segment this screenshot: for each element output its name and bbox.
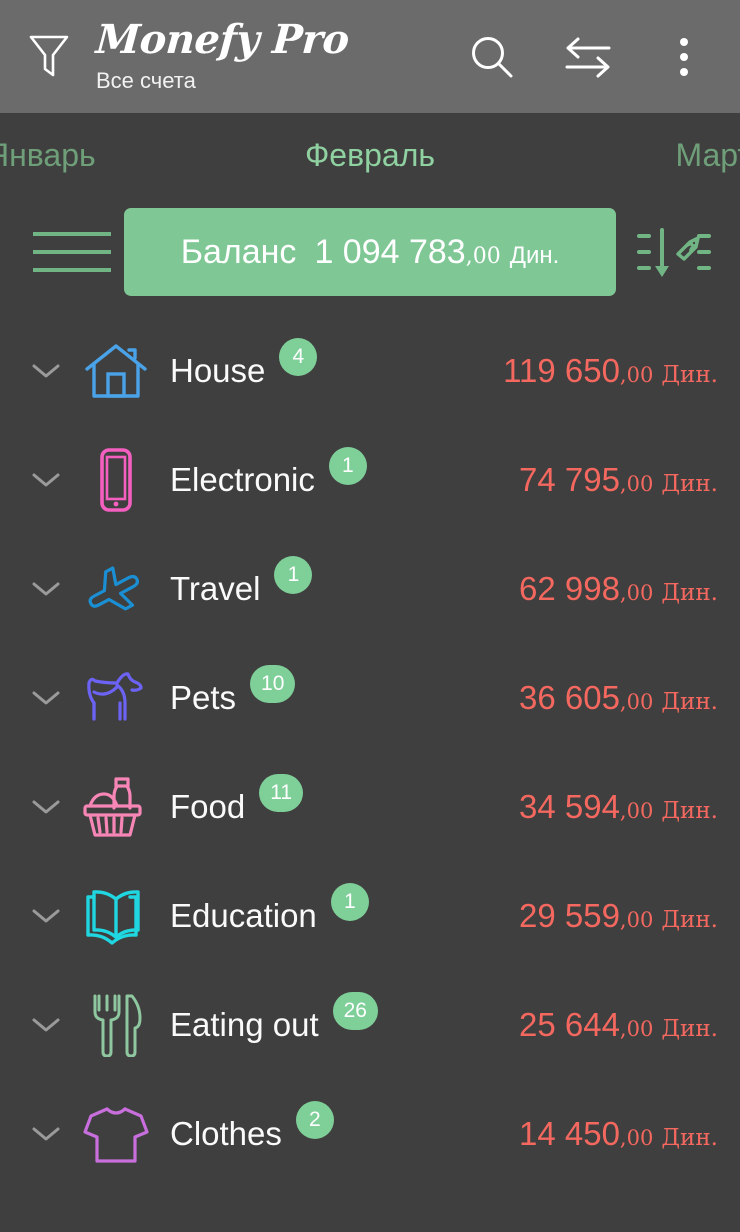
brand-block: Monefy Pro Все счета (94, 15, 351, 94)
amount-decimal: ,00 (619, 1125, 654, 1150)
chevron-down-icon[interactable] (18, 689, 74, 707)
category-name: Education (170, 896, 317, 934)
amount-decimal: ,00 (619, 362, 654, 387)
category-amount: 14 450,00 Дин. (519, 1115, 718, 1153)
amount-decimal: ,00 (619, 471, 654, 496)
category-amount: 34 594,00 Дин. (519, 788, 718, 826)
status-badge: 1 (328, 447, 367, 485)
balance-bar: Баланс 1 094 783,00 Дин. (0, 198, 740, 306)
open-book-icon (74, 885, 158, 947)
month-selector: Январь Февраль Март (0, 113, 740, 198)
amount-integer: 36 605 (518, 678, 620, 716)
filter-funnel-icon[interactable] (18, 26, 80, 88)
table-row[interactable]: Pets 10 36 605,00 Дин. (0, 643, 740, 752)
header-left-group: Monefy Pro Все счета (18, 15, 351, 94)
category-name: Travel (170, 569, 261, 607)
amount-currency: Дин. (661, 361, 718, 388)
month-tab-current[interactable]: Февраль (305, 137, 435, 174)
amount-currency: Дин. (661, 1124, 718, 1151)
app-header: Monefy Pro Все счета (0, 0, 740, 113)
balance-amount: 1 094 783,00 Дин. (314, 233, 559, 272)
month-tab-previous[interactable]: Январь (0, 137, 96, 174)
amount-integer: 74 795 (518, 460, 620, 498)
category-name: Electronic (170, 460, 315, 498)
transfer-arrows-icon[interactable] (560, 29, 616, 85)
amount-currency: Дин. (661, 906, 718, 933)
status-badge: 4 (279, 338, 318, 376)
status-badge: 11 (259, 774, 304, 812)
table-row[interactable]: Eating out 26 25 644,00 Дин. (0, 970, 740, 1079)
category-name: Eating out (170, 1005, 319, 1043)
chevron-down-icon[interactable] (18, 471, 74, 489)
amount-integer: 34 594 (518, 787, 620, 825)
category-amount: 74 795,00 Дин. (519, 461, 718, 499)
table-row[interactable]: Food 11 34 594,00 Дин. (0, 752, 740, 861)
category-list: House 4 119 650,00 Дин. Electronic 1 74 … (0, 306, 740, 1188)
category-name: Pets (170, 678, 237, 716)
dog-icon (74, 667, 158, 729)
category-amount: 62 998,00 Дин. (519, 570, 718, 608)
chevron-down-icon[interactable] (18, 798, 74, 816)
chevron-down-icon[interactable] (18, 1125, 74, 1143)
amount-currency: Дин. (661, 797, 718, 824)
status-badge: 1 (274, 556, 313, 594)
month-tab-next[interactable]: Март (675, 137, 740, 174)
amount-currency: Дин. (661, 579, 718, 606)
category-name: Food (170, 787, 246, 825)
house-icon (74, 340, 158, 402)
chevron-down-icon[interactable] (18, 580, 74, 598)
sort-by-amount-descending-icon[interactable] (626, 212, 722, 292)
category-amount: 25 644,00 Дин. (519, 1006, 718, 1044)
category-amount: 119 650,00 Дин. (503, 352, 718, 390)
hamburger-menu-icon[interactable] (18, 232, 111, 272)
table-row[interactable]: Education 1 29 559,00 Дин. (0, 861, 740, 970)
amount-decimal: ,00 (619, 798, 654, 823)
header-actions (464, 29, 718, 85)
status-badge: 2 (295, 1101, 334, 1139)
app-title: Monefy Pro (94, 15, 351, 63)
status-badge: 1 (330, 883, 369, 921)
amount-decimal: ,00 (619, 689, 654, 714)
amount-integer: 14 450 (518, 1114, 620, 1152)
amount-integer: 62 998 (518, 569, 620, 607)
balance-integer: 1 094 783 (314, 232, 466, 271)
amount-decimal: ,00 (619, 907, 654, 932)
amount-integer: 25 644 (518, 1005, 620, 1043)
chevron-down-icon[interactable] (18, 362, 74, 380)
table-row[interactable]: Electronic 1 74 795,00 Дин. (0, 425, 740, 534)
fork-knife-icon (74, 993, 158, 1057)
balance-pill[interactable]: Баланс 1 094 783,00 Дин. (124, 208, 616, 296)
tshirt-icon (74, 1103, 158, 1165)
amount-integer: 119 650 (503, 351, 620, 389)
category-amount: 29 559,00 Дин. (519, 897, 718, 935)
table-row[interactable]: Clothes 2 14 450,00 Дин. (0, 1079, 740, 1188)
airplane-icon (74, 558, 158, 620)
chevron-down-icon[interactable] (18, 1016, 74, 1034)
category-amount: 36 605,00 Дин. (519, 679, 718, 717)
amount-currency: Дин. (661, 1015, 718, 1042)
category-name: Clothes (170, 1114, 282, 1152)
amount-decimal: ,00 (619, 1016, 654, 1041)
amount-decimal: ,00 (619, 580, 654, 605)
chevron-down-icon[interactable] (18, 907, 74, 925)
grocery-basket-icon (74, 775, 158, 839)
account-subtitle[interactable]: Все счета (96, 69, 349, 92)
table-row[interactable]: Travel 1 62 998,00 Дин. (0, 534, 740, 643)
table-row[interactable]: House 4 119 650,00 Дин. (0, 316, 740, 425)
balance-currency: Дин. (509, 241, 560, 269)
overflow-dots (680, 37, 688, 76)
amount-integer: 29 559 (518, 896, 620, 934)
amount-currency: Дин. (661, 688, 718, 715)
balance-label: Баланс (180, 232, 297, 271)
category-name: House (170, 351, 266, 389)
status-badge: 26 (332, 992, 378, 1030)
search-icon[interactable] (464, 29, 520, 85)
smartphone-icon (74, 447, 158, 513)
balance-decimal: ,00 (465, 243, 501, 269)
amount-currency: Дин. (661, 470, 718, 497)
more-vertical-icon[interactable] (656, 29, 712, 85)
status-badge: 10 (250, 665, 296, 703)
